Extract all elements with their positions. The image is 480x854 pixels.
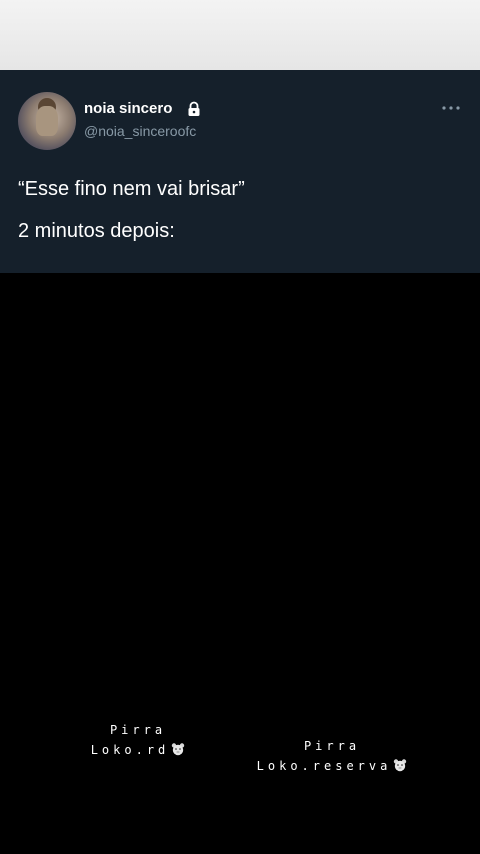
watermark-left-line2: Loko.rd bbox=[90, 743, 170, 757]
more-options-icon[interactable] bbox=[440, 100, 462, 116]
tweet-card[interactable]: noia sincero @noia_sinceroofc “Esse fino… bbox=[0, 70, 480, 273]
tweet-text-line-2: 2 minutos depois: bbox=[18, 220, 175, 242]
display-name[interactable]: noia sincero bbox=[84, 100, 172, 117]
avatar-figure bbox=[36, 106, 58, 136]
user-handle[interactable]: @noia_sinceroofc bbox=[84, 123, 196, 139]
tweet-text-line-1: “Esse fino nem vai brisar” bbox=[18, 178, 245, 200]
bear-emoji-icon bbox=[171, 742, 185, 756]
watermark-right-line2: Loko.reserva bbox=[256, 759, 392, 773]
watermark-left-line1: Pirra bbox=[109, 723, 167, 737]
profile-avatar[interactable] bbox=[18, 92, 76, 150]
lock-icon bbox=[186, 101, 202, 117]
top-bar bbox=[0, 0, 480, 70]
watermark-right-line1: Pirra bbox=[303, 739, 361, 753]
bear-emoji-icon bbox=[393, 758, 407, 772]
watermark-left: Pirra Loko.rd bbox=[68, 720, 208, 760]
watermark-right: Pirra Loko.reserva bbox=[232, 736, 432, 776]
